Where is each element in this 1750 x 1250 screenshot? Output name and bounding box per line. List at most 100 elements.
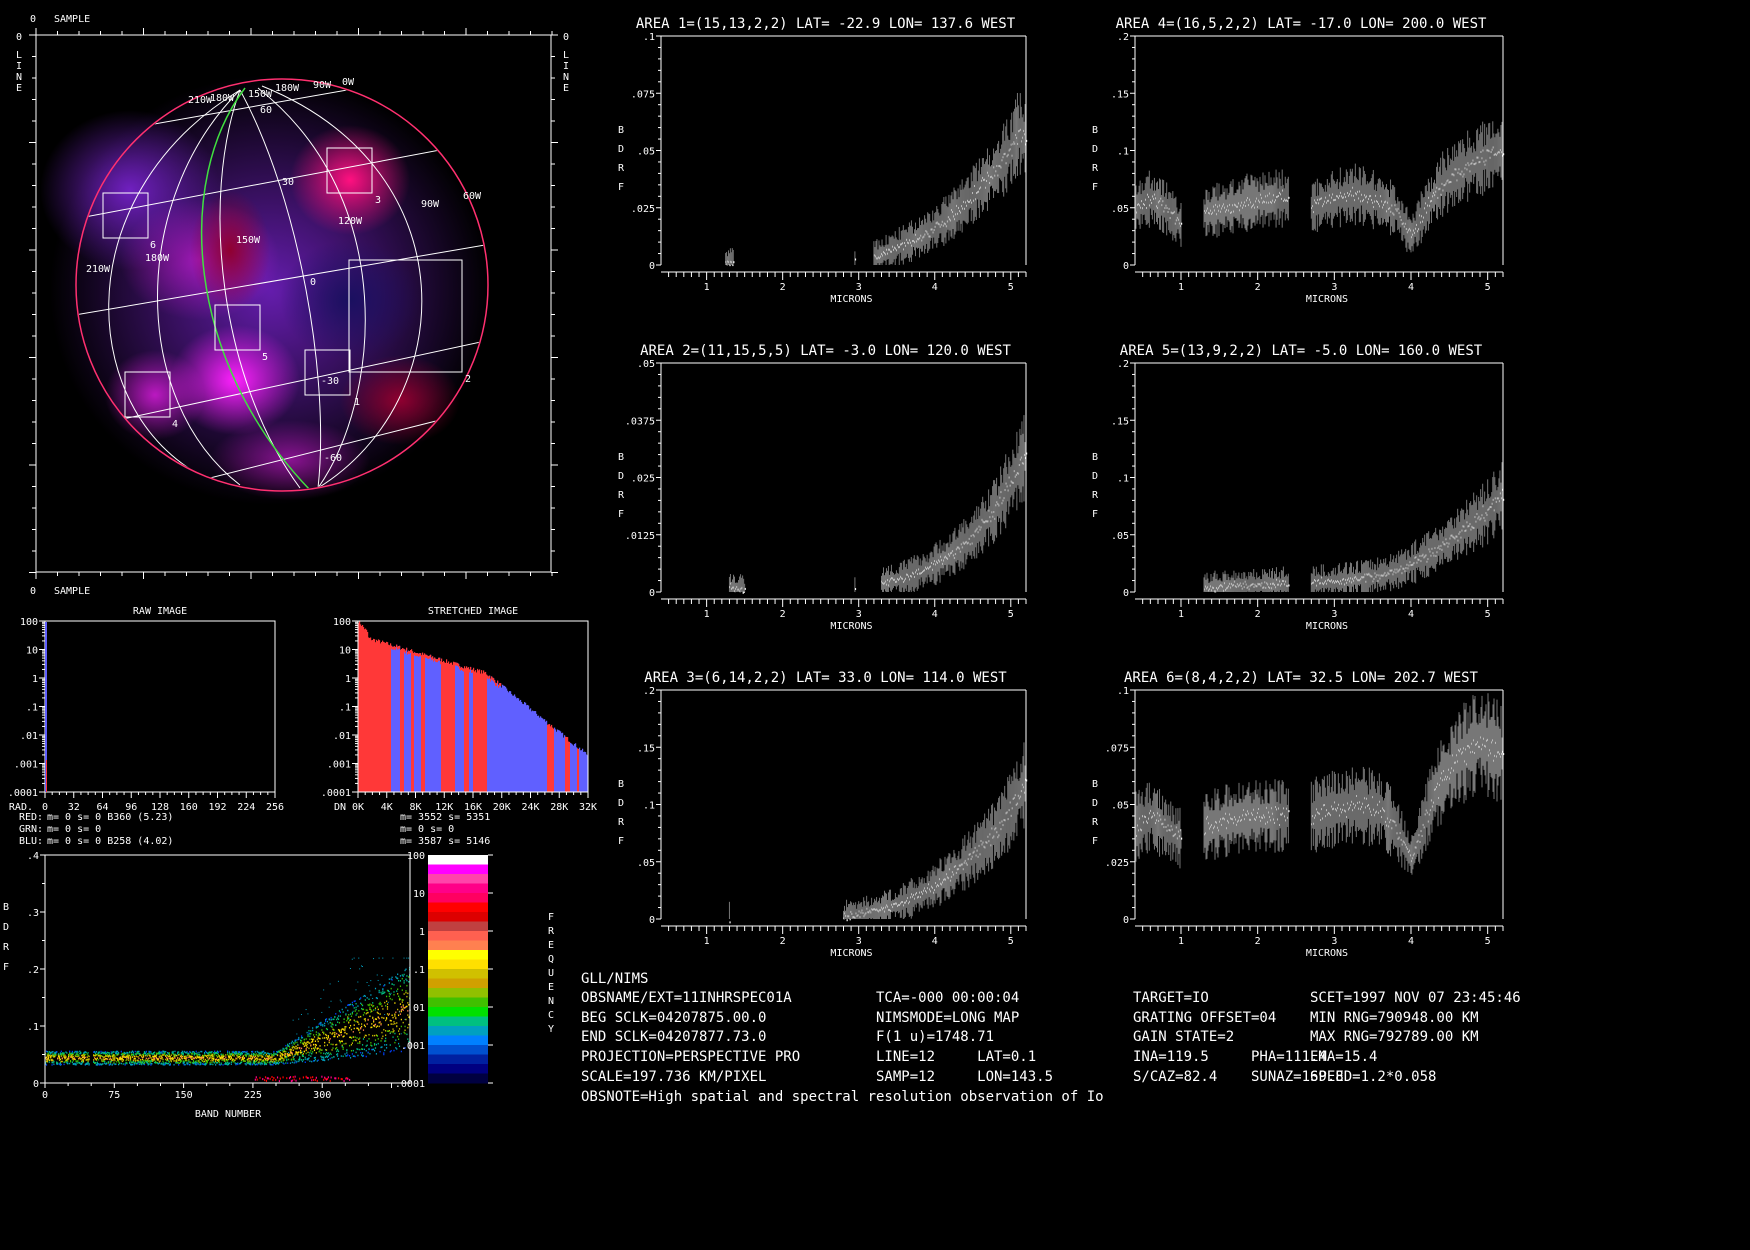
density-cell	[294, 1075, 296, 1078]
density-cell	[400, 1018, 402, 1021]
density-cell	[393, 1030, 395, 1032]
y-tick-label: 0	[649, 588, 655, 599]
density-cell	[128, 1059, 130, 1061]
density-cell	[340, 1031, 342, 1034]
density-cell	[301, 1036, 304, 1039]
density-cell	[383, 1028, 385, 1031]
density-cell	[312, 1034, 315, 1036]
density-cell	[368, 998, 370, 1000]
density-cell	[68, 1057, 70, 1059]
density-cell	[382, 990, 384, 993]
density-cell	[173, 1064, 175, 1066]
spectrum-plot-area-1: AREA 4=(16,5,2,2) LAT= -17.0 LON= 200.0 …	[1111, 16, 1505, 305]
density-cell	[259, 1076, 261, 1079]
density-cell	[398, 1028, 401, 1030]
histogram-bar	[500, 683, 502, 687]
density-cell	[403, 957, 405, 959]
density-cell	[51, 1064, 53, 1066]
density-cell	[324, 1022, 326, 1025]
density-cell	[376, 997, 378, 1000]
density-cell	[88, 1058, 90, 1061]
density-cell	[373, 1021, 375, 1023]
data-point	[744, 587, 746, 590]
density-cell	[310, 1032, 312, 1035]
density-cell	[312, 1051, 314, 1053]
density-cell	[390, 1031, 392, 1033]
grid-label: 120W	[338, 216, 363, 227]
density-cell	[333, 1056, 335, 1058]
density-cell	[188, 1052, 190, 1055]
density-cell	[368, 1038, 370, 1040]
density-cell	[388, 995, 390, 998]
density-cell	[377, 1042, 379, 1045]
density-cell	[286, 1055, 288, 1057]
density-cell	[69, 1050, 71, 1053]
colorbar-title-letter: Q	[548, 954, 554, 965]
y-tick-label: .075	[631, 89, 655, 100]
density-cell	[319, 1045, 321, 1047]
density-cell	[332, 1023, 334, 1026]
density-cell	[263, 1053, 265, 1056]
density-cell	[302, 1053, 305, 1055]
density-cell	[381, 975, 383, 977]
density-cell	[161, 1052, 163, 1055]
density-cell	[324, 1049, 326, 1051]
density-cell	[276, 1054, 279, 1057]
density-cell	[65, 1056, 67, 1058]
density-cell	[406, 957, 408, 959]
density-cell	[191, 1055, 194, 1058]
density-cell	[370, 1009, 372, 1011]
density-cell	[354, 1055, 356, 1058]
red-histogram-bar	[46, 760, 47, 792]
density-cell	[347, 1009, 349, 1012]
y-tick-label: .2	[27, 965, 39, 976]
density-cell	[141, 1055, 143, 1058]
density-cell	[334, 1016, 336, 1018]
density-cell	[222, 1064, 224, 1066]
colorbar-swatch	[428, 1026, 488, 1036]
density-cell	[279, 1077, 281, 1080]
density-cell	[159, 1060, 161, 1062]
density-cell	[220, 1062, 222, 1064]
density-cell	[309, 1052, 311, 1054]
density-cell	[218, 1061, 220, 1064]
colorbar-tick-label: .1	[413, 965, 425, 976]
density-cell	[85, 1051, 87, 1054]
density-cell	[384, 984, 386, 986]
density-cell	[380, 1040, 382, 1042]
density-cell	[360, 1051, 362, 1054]
density-cell	[361, 1004, 364, 1007]
io-image[interactable]	[40, 75, 490, 505]
density-cell	[344, 1029, 346, 1031]
density-cell	[270, 1058, 272, 1061]
density-cell	[349, 1054, 351, 1057]
y-tick-label: 1	[345, 674, 351, 685]
density-cell	[141, 1063, 143, 1066]
density-cell	[326, 1044, 329, 1046]
density-cell	[59, 1058, 61, 1061]
colorbar-tick-label: .001	[401, 1041, 425, 1052]
density-cell	[391, 983, 393, 985]
grid-label: 180W	[210, 93, 235, 104]
density-cell	[312, 1076, 314, 1079]
density-cell	[291, 1047, 293, 1049]
density-cell	[289, 1062, 292, 1064]
density-cell	[323, 1056, 325, 1059]
density-cell	[404, 1018, 406, 1020]
density-cell	[327, 1023, 329, 1025]
density-cell	[151, 1062, 153, 1065]
density-cell	[219, 1050, 221, 1053]
colorbar-tick-label: .01	[407, 1003, 425, 1014]
density-cell	[192, 1059, 195, 1062]
density-cell	[376, 1034, 378, 1037]
density-cell	[349, 1003, 352, 1006]
density-cell	[369, 1006, 371, 1009]
density-cell	[338, 1022, 341, 1024]
density-cell	[354, 1036, 356, 1038]
density-cell	[327, 1055, 329, 1057]
density-cell	[353, 1027, 355, 1030]
colorbar-title-letter: R	[548, 926, 555, 937]
spectrum-plot-area-0: AREA 1=(15,13,2,2) LAT= -22.9 LON= 137.6…	[631, 16, 1028, 305]
colorbar-swatch	[428, 1016, 488, 1027]
y-tick-label: .025	[631, 204, 655, 215]
